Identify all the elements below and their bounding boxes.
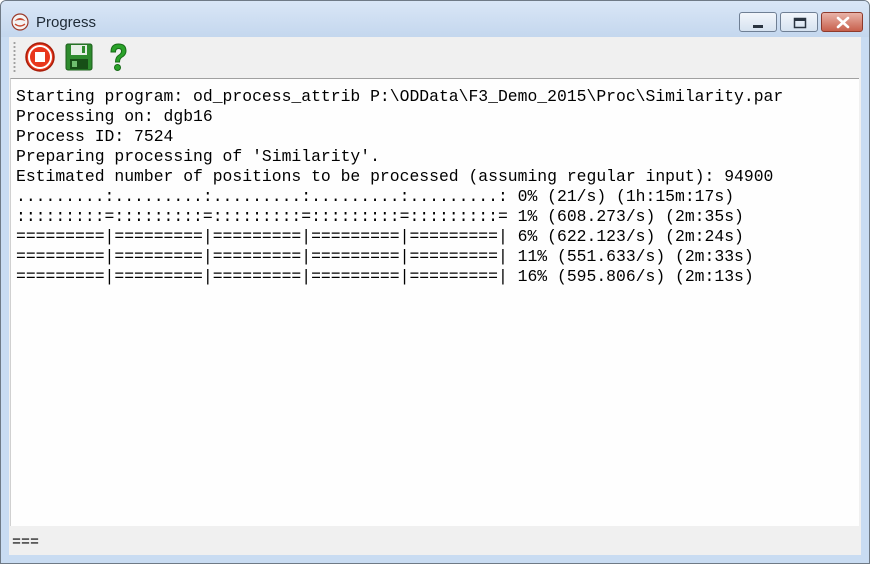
close-button[interactable] [821,12,863,32]
window-title: Progress [36,14,97,31]
toolbar-grip[interactable] [13,41,16,73]
save-icon [65,43,93,71]
log-line: Process ID: 7524 [16,127,174,146]
log-line: Starting program: od_process_attrib P:\O… [16,87,784,106]
client-area: Starting program: od_process_attrib P:\O… [9,37,861,555]
app-logo-icon [11,13,29,31]
log-line: =========|=========|=========|=========|… [16,267,754,286]
maximize-icon [793,17,807,29]
minimize-icon [753,25,763,28]
log-line: =========|=========|=========|=========|… [16,247,754,266]
help-icon [110,43,127,71]
status-text: === [12,534,40,551]
close-icon [836,16,850,29]
log-line: Processing on: dgb16 [16,107,213,126]
help-button[interactable] [102,41,134,73]
progress-window: Progress Starting program: od_process_at… [0,0,870,564]
stop-button[interactable] [24,41,56,73]
minimize-button[interactable] [739,12,777,32]
status-bar: === [9,528,861,555]
log-line: =========|=========|=========|=========|… [16,227,744,246]
title-bar[interactable]: Progress [1,1,869,37]
maximize-button[interactable] [780,12,818,32]
log-output[interactable]: Starting program: od_process_attrib P:\O… [10,78,859,526]
log-line: .........:.........:.........:.........:… [16,187,735,206]
log-line: Preparing processing of 'Similarity'. [16,147,380,166]
toolbar [9,37,861,77]
log-line: Estimated number of positions to be proc… [16,167,774,186]
stop-icon [25,42,55,72]
log-line: :::::::::=:::::::::=:::::::::=:::::::::=… [16,207,744,226]
save-button[interactable] [63,41,95,73]
